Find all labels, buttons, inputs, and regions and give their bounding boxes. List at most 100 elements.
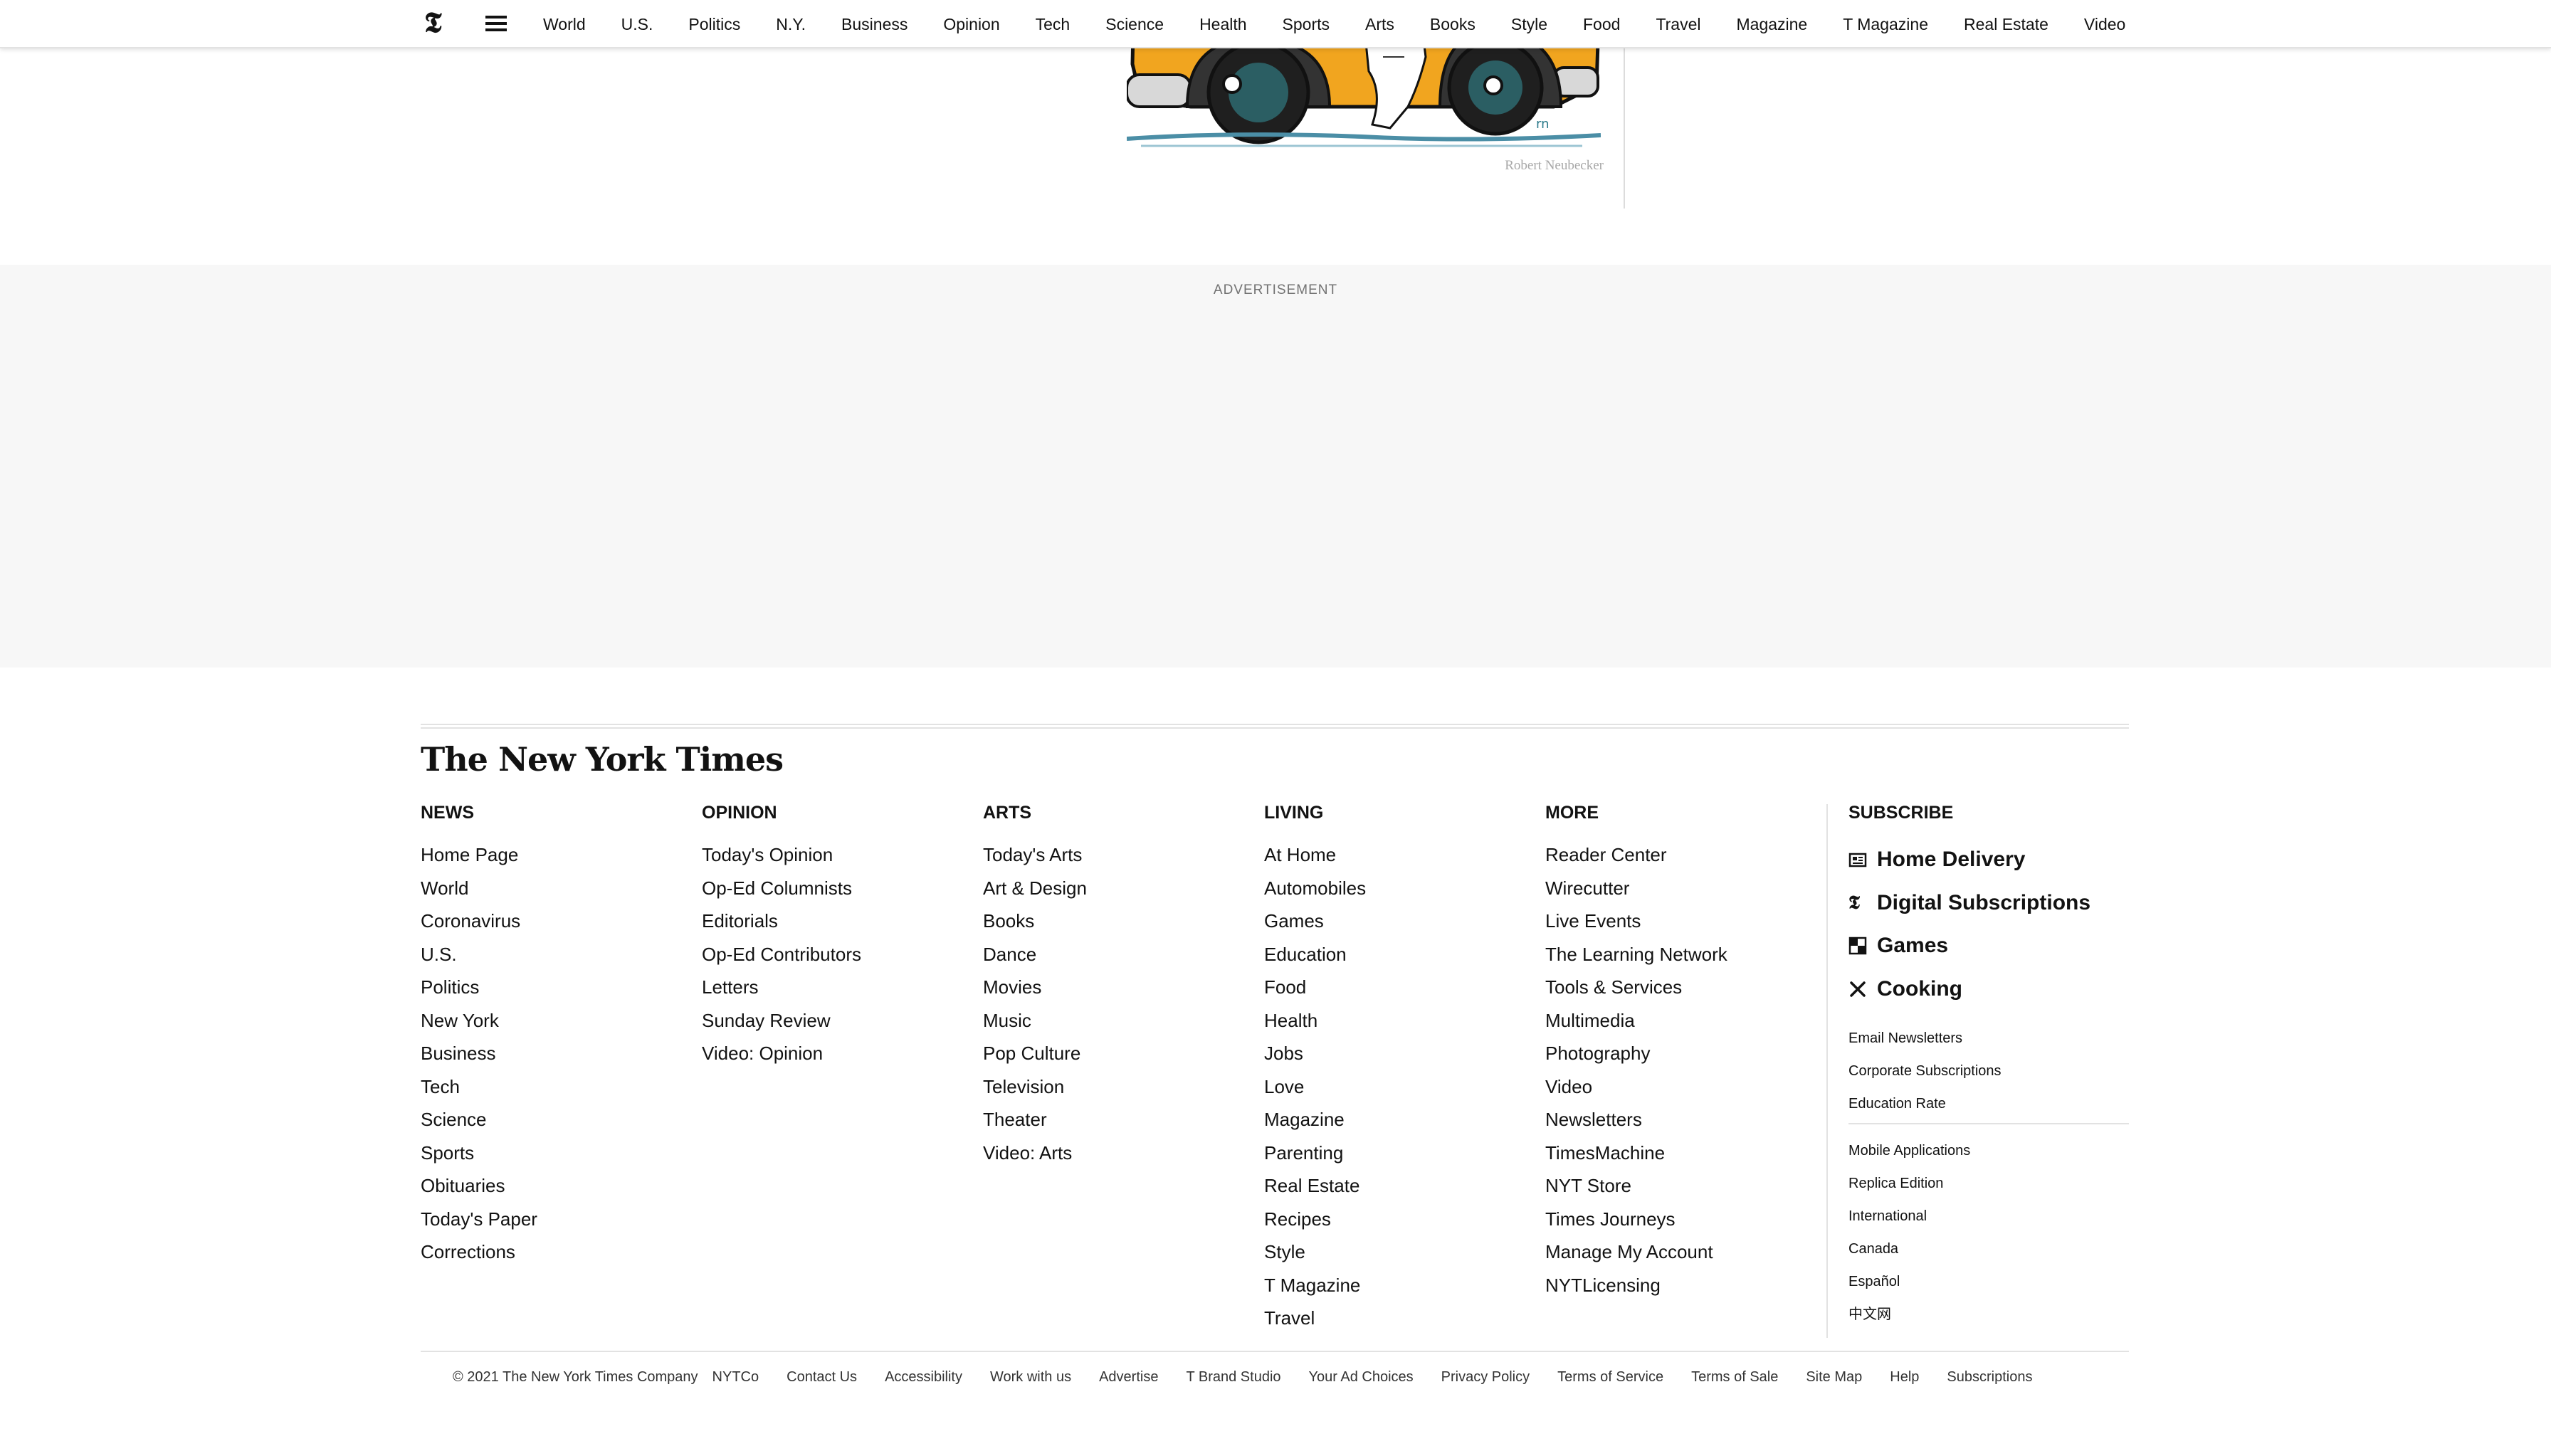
footer-link[interactable]: Op-Ed Contributors xyxy=(702,938,861,971)
subscribe-link[interactable]: International xyxy=(1848,1200,2129,1233)
footer-link[interactable]: Travel xyxy=(1264,1302,1366,1335)
footer-link[interactable]: U.S. xyxy=(421,938,537,971)
subscribe-link[interactable]: 中文网 xyxy=(1848,1298,2129,1331)
footer-link[interactable]: Art & Design xyxy=(983,872,1087,905)
footer-link[interactable]: At Home xyxy=(1264,838,1366,872)
footer-link[interactable]: Today's Arts xyxy=(983,838,1087,872)
nav-item-arts[interactable]: Arts xyxy=(1365,15,1394,34)
subscribe-link[interactable]: Español xyxy=(1848,1265,2129,1298)
footer-link[interactable]: Real Estate xyxy=(1264,1169,1366,1203)
footer-link[interactable]: Home Page xyxy=(421,838,537,872)
footer-link[interactable]: Editorials xyxy=(702,904,861,938)
footer-legal-link[interactable]: Contact Us xyxy=(787,1369,857,1386)
subscribe-games[interactable]: Games xyxy=(1848,924,2129,968)
footer-link[interactable]: Politics xyxy=(421,971,537,1004)
nav-item-style[interactable]: Style xyxy=(1511,15,1547,34)
footer-link[interactable]: Business xyxy=(421,1037,537,1070)
footer-link[interactable]: Dance xyxy=(983,938,1087,971)
subscribe-link[interactable]: Canada xyxy=(1848,1233,2129,1265)
footer-link[interactable]: Movies xyxy=(983,971,1087,1004)
footer-link[interactable]: Coronavirus xyxy=(421,904,537,938)
subscribe-digital[interactable]: 𝕿 Digital Subscriptions xyxy=(1848,882,2129,925)
footer-link[interactable]: Magazine xyxy=(1264,1103,1366,1136)
footer-link[interactable]: Times Journeys xyxy=(1545,1203,1727,1236)
footer-link[interactable]: Education xyxy=(1264,938,1366,971)
footer-link[interactable]: Today's Opinion xyxy=(702,838,861,872)
footer-legal-link[interactable]: Privacy Policy xyxy=(1441,1369,1530,1386)
advertisement-slot[interactable]: ADVERTISEMENT xyxy=(0,265,2551,668)
nav-item-world[interactable]: World xyxy=(543,15,586,34)
footer-link[interactable]: Theater xyxy=(983,1103,1087,1136)
footer-link[interactable]: Corrections xyxy=(421,1235,537,1269)
footer-link[interactable]: Pop Culture xyxy=(983,1037,1087,1070)
footer-link[interactable]: Tools & Services xyxy=(1545,971,1727,1004)
footer-link[interactable]: Health xyxy=(1264,1004,1366,1038)
footer-link[interactable]: New York xyxy=(421,1004,537,1038)
footer-legal-link[interactable]: Site Map xyxy=(1806,1369,1862,1386)
nav-item-real-estate[interactable]: Real Estate xyxy=(1964,15,2048,34)
nav-item-science[interactable]: Science xyxy=(1105,15,1164,34)
subscribe-link[interactable]: Corporate Subscriptions xyxy=(1848,1055,2129,1087)
nav-item-opinion[interactable]: Opinion xyxy=(943,15,999,34)
footer-link[interactable]: Games xyxy=(1264,904,1366,938)
footer-link[interactable]: Love xyxy=(1264,1070,1366,1104)
footer-link[interactable]: TimesMachine xyxy=(1545,1136,1727,1170)
footer-link[interactable]: Reader Center xyxy=(1545,838,1727,872)
subscribe-link[interactable]: Mobile Applications xyxy=(1848,1134,2129,1167)
nyt-masthead-logo[interactable]: The New York Times xyxy=(421,740,784,779)
subscribe-link[interactable]: Replica Edition xyxy=(1848,1167,2129,1200)
hamburger-menu-icon[interactable] xyxy=(485,16,507,31)
footer-link[interactable]: NYTLicensing xyxy=(1545,1269,1727,1302)
footer-link[interactable]: Television xyxy=(983,1070,1087,1104)
nav-item-travel[interactable]: Travel xyxy=(1656,15,1700,34)
footer-link[interactable]: Video: Opinion xyxy=(702,1037,861,1070)
nav-item-ny[interactable]: N.Y. xyxy=(776,15,806,34)
footer-legal-link[interactable]: Subscriptions xyxy=(1947,1369,2032,1386)
footer-legal-link[interactable]: NYTCo xyxy=(712,1369,759,1386)
footer-link[interactable]: Music xyxy=(983,1004,1087,1038)
nav-item-magazine[interactable]: Magazine xyxy=(1737,15,1808,34)
nav-item-tech[interactable]: Tech xyxy=(1036,15,1071,34)
nav-item-t-magazine[interactable]: T Magazine xyxy=(1843,15,1928,34)
nav-item-video[interactable]: Video xyxy=(2084,15,2125,34)
footer-link[interactable]: Photography xyxy=(1545,1037,1727,1070)
footer-link[interactable]: NYT Store xyxy=(1545,1169,1727,1203)
footer-link[interactable]: Recipes xyxy=(1264,1203,1366,1236)
footer-legal-link[interactable]: Work with us xyxy=(990,1369,1071,1386)
footer-legal-link[interactable]: Terms of Service xyxy=(1557,1369,1663,1386)
footer-link[interactable]: Wirecutter xyxy=(1545,872,1727,905)
footer-link[interactable]: Automobiles xyxy=(1264,872,1366,905)
footer-link[interactable]: Multimedia xyxy=(1545,1004,1727,1038)
subscribe-link[interactable]: Email Newsletters xyxy=(1848,1022,2129,1055)
footer-link[interactable]: Sunday Review xyxy=(702,1004,861,1038)
footer-legal-link[interactable]: T Brand Studio xyxy=(1186,1369,1280,1386)
footer-link[interactable]: Video: Arts xyxy=(983,1136,1087,1170)
nav-item-us[interactable]: U.S. xyxy=(621,15,653,34)
footer-legal-link[interactable]: Help xyxy=(1890,1369,1919,1386)
subscribe-link[interactable]: Education Rate xyxy=(1848,1087,2129,1120)
footer-link[interactable]: Style xyxy=(1264,1235,1366,1269)
nav-item-food[interactable]: Food xyxy=(1583,15,1620,34)
footer-link[interactable]: Food xyxy=(1264,971,1366,1004)
footer-legal-link[interactable]: Advertise xyxy=(1099,1369,1158,1386)
footer-legal-link[interactable]: Terms of Sale xyxy=(1691,1369,1778,1386)
nav-item-sports[interactable]: Sports xyxy=(1283,15,1330,34)
nav-item-books[interactable]: Books xyxy=(1430,15,1476,34)
footer-link[interactable]: Books xyxy=(983,904,1087,938)
nav-item-health[interactable]: Health xyxy=(1199,15,1246,34)
footer-link[interactable]: Obituaries xyxy=(421,1169,537,1203)
footer-link[interactable]: Live Events xyxy=(1545,904,1727,938)
footer-link[interactable]: Jobs xyxy=(1264,1037,1366,1070)
footer-legal-link[interactable]: Accessibility xyxy=(885,1369,962,1386)
subscribe-cooking[interactable]: Cooking xyxy=(1848,968,2129,1011)
footer-link[interactable]: Manage My Account xyxy=(1545,1235,1727,1269)
footer-legal-link[interactable]: Your Ad Choices xyxy=(1309,1369,1414,1386)
nav-item-business[interactable]: Business xyxy=(841,15,908,34)
footer-link[interactable]: Today's Paper xyxy=(421,1203,537,1236)
subscribe-home-delivery[interactable]: Home Delivery xyxy=(1848,838,2129,882)
footer-link[interactable]: World xyxy=(421,872,537,905)
footer-link[interactable]: Letters xyxy=(702,971,861,1004)
footer-link[interactable]: Science xyxy=(421,1103,537,1136)
footer-link[interactable]: T Magazine xyxy=(1264,1269,1366,1302)
footer-link[interactable]: Tech xyxy=(421,1070,537,1104)
